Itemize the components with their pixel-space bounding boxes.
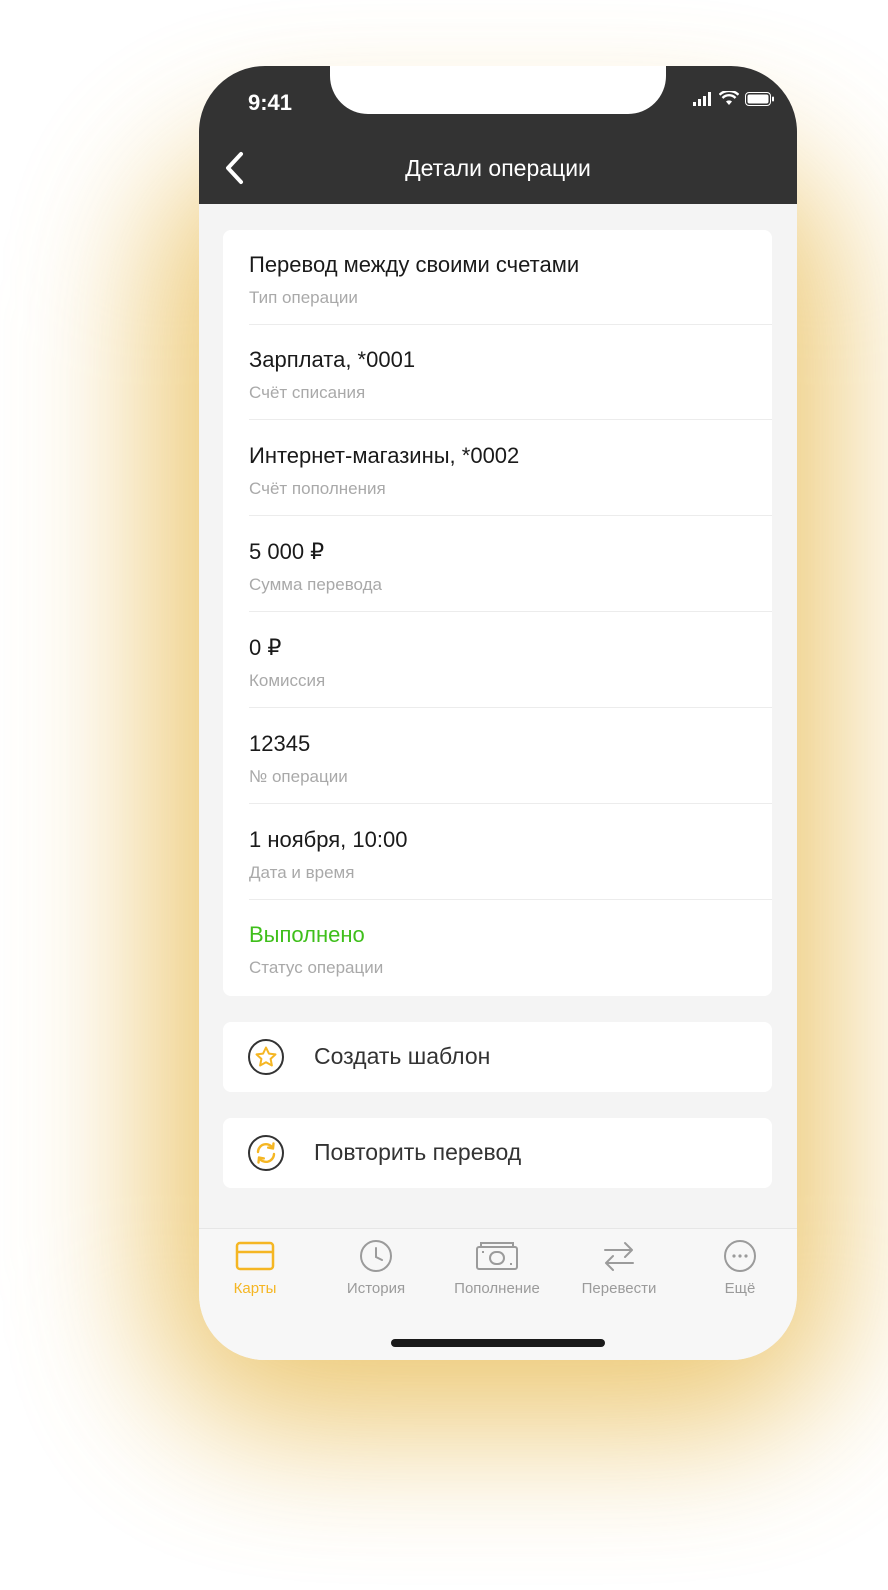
create-template-label: Создать шаблон	[314, 1043, 491, 1069]
status-icons	[693, 91, 775, 106]
detail-value: Перевод между своими счетами	[249, 252, 580, 277]
detail-value: 5 000 ₽	[249, 539, 325, 564]
cash-icon	[476, 1242, 518, 1270]
detail-label: Сумма перевода	[249, 575, 383, 594]
card-icon	[235, 1241, 275, 1271]
divider	[249, 419, 772, 420]
more-dots-icon	[724, 1240, 756, 1272]
detail-value: 0 ₽	[249, 635, 282, 660]
status-time: 9:41	[248, 90, 293, 115]
detail-row-fee: 0 ₽ Комиссия	[249, 613, 772, 708]
phone-screen: 9:41 Детали операции Перевод между своим…	[199, 66, 797, 1360]
detail-row-debit-account: Зарплата, *0001 Счёт списания	[249, 325, 772, 420]
wifi-icon	[719, 91, 739, 105]
detail-row-amount: 5 000 ₽ Сумма перевода	[249, 517, 772, 612]
divider	[249, 803, 772, 804]
home-indicator	[391, 1339, 605, 1347]
divider	[249, 611, 772, 612]
detail-value: Интернет-магазины, *0002	[249, 443, 520, 468]
star-icon	[248, 1039, 284, 1075]
stage: 9:41 Детали операции Перевод между своим…	[0, 0, 888, 1590]
detail-label: Дата и время	[249, 863, 355, 882]
divider	[249, 515, 772, 516]
page-title: Детали операции	[405, 155, 591, 181]
operation-details-card: Перевод между своими счетами Тип операци…	[223, 230, 772, 996]
status-value: Выполнено	[249, 922, 365, 947]
detail-value: 12345	[249, 731, 311, 756]
phone-notch	[330, 66, 666, 114]
detail-value: 1 ноября, 10:00	[249, 827, 408, 852]
detail-label: Тип операции	[249, 288, 358, 307]
detail-label: Статус операции	[249, 958, 384, 977]
detail-label: Счёт списания	[249, 383, 366, 402]
tab-label: Перевести	[581, 1280, 657, 1297]
battery-icon	[745, 91, 774, 106]
tab-transfer[interactable]: Перевести	[559, 1239, 679, 1309]
tab-label: Карты	[233, 1280, 277, 1297]
clock-icon	[360, 1240, 392, 1272]
detail-label: Счёт пополнения	[249, 479, 386, 498]
tab-history[interactable]: История	[316, 1239, 436, 1309]
repeat-icon	[248, 1135, 284, 1171]
tab-label: Ещё	[724, 1280, 756, 1297]
detail-label: Комиссия	[249, 671, 326, 690]
signal-icon	[693, 91, 711, 106]
tab-more[interactable]: Ещё	[680, 1239, 797, 1309]
top-bar: 9:41 Детали операции	[199, 66, 797, 204]
tab-label: История	[346, 1280, 406, 1297]
detail-row-operation-type: Перевод между своими счетами Тип операци…	[249, 230, 772, 325]
transfer-arrows-icon	[604, 1242, 634, 1271]
detail-row-operation-number: 12345 № операции	[249, 709, 772, 804]
divider	[249, 707, 772, 708]
create-template-button[interactable]: Создать шаблон	[223, 1022, 772, 1092]
detail-value: Зарплата, *0001	[249, 347, 416, 372]
repeat-transfer-label: Повторить перевод	[314, 1139, 522, 1165]
tab-cards[interactable]: Карты	[199, 1239, 315, 1309]
tab-top-up[interactable]: Пополнение	[437, 1239, 557, 1309]
detail-row-status: Выполнено Статус операции	[249, 900, 772, 995]
detail-row-datetime: 1 ноября, 10:00 Дата и время	[249, 805, 772, 900]
tab-label: Пополнение	[454, 1280, 540, 1297]
detail-label: № операции	[249, 767, 348, 786]
tab-bar: Карты История Пополнение Перевести Ещё	[199, 1228, 797, 1360]
detail-row-credit-account: Интернет-магазины, *0002 Счёт пополнения	[249, 421, 772, 516]
repeat-transfer-button[interactable]: Повторить перевод	[223, 1118, 772, 1188]
